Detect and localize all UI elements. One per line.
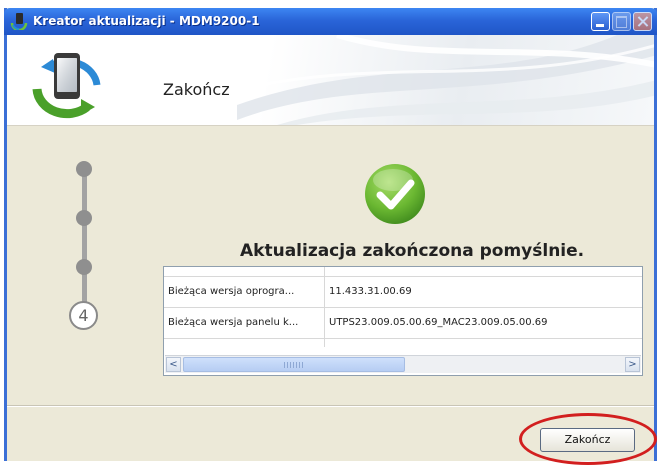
app-icon: [10, 13, 28, 30]
highlight-ellipse: [519, 413, 657, 465]
step-dot-completed: [76, 259, 92, 275]
minimize-button[interactable]: [591, 12, 610, 31]
close-button[interactable]: [633, 12, 652, 31]
page-title: Zakończ: [163, 80, 230, 99]
checkmark-icon: [365, 164, 425, 224]
scroll-right-button[interactable]: >: [625, 357, 640, 372]
horizontal-scrollbar[interactable]: < >: [165, 355, 641, 373]
title-bar[interactable]: Kreator aktualizacji - MDM9200-1: [4, 8, 657, 35]
step-dot-completed: [76, 210, 92, 226]
row-value: 11.433.31.00.69: [329, 286, 412, 297]
footer-divider: [7, 405, 654, 407]
success-message: Aktualizacja zakończona pomyślnie.: [240, 241, 585, 261]
scrollbar-thumb[interactable]: [183, 357, 405, 372]
phone-sync-icon: [32, 53, 101, 119]
maximize-button[interactable]: [612, 12, 631, 31]
version-table: Bieżąca wersja oprogra... 11.433.31.00.6…: [163, 266, 643, 376]
scroll-left-button[interactable]: <: [166, 357, 181, 372]
step-dot-completed: [76, 161, 92, 177]
row-label: Bieżąca wersja panelu k...: [168, 317, 299, 328]
header-swirl-decoration: [237, 35, 654, 125]
scrollbar-grip: [284, 362, 304, 368]
wizard-header: Zakończ: [7, 35, 654, 126]
steps-connector: [82, 166, 87, 311]
table-header: [164, 267, 642, 277]
window-title: Kreator aktualizacji - MDM9200-1: [33, 14, 260, 28]
step-current: 4: [69, 301, 98, 330]
row-value: UTPS23.009.05.00.69_MAC23.009.05.00.69: [329, 317, 548, 328]
table-row[interactable]: Bieżąca wersja oprogra... 11.433.31.00.6…: [164, 277, 642, 308]
update-wizard-window: Kreator aktualizacji - MDM9200-1 Zakończ…: [4, 8, 657, 465]
table-row[interactable]: Bieżąca wersja panelu k... UTPS23.009.05…: [164, 308, 642, 339]
row-label: Bieżąca wersja oprogra...: [168, 286, 295, 297]
wizard-steps: 4: [62, 151, 106, 336]
